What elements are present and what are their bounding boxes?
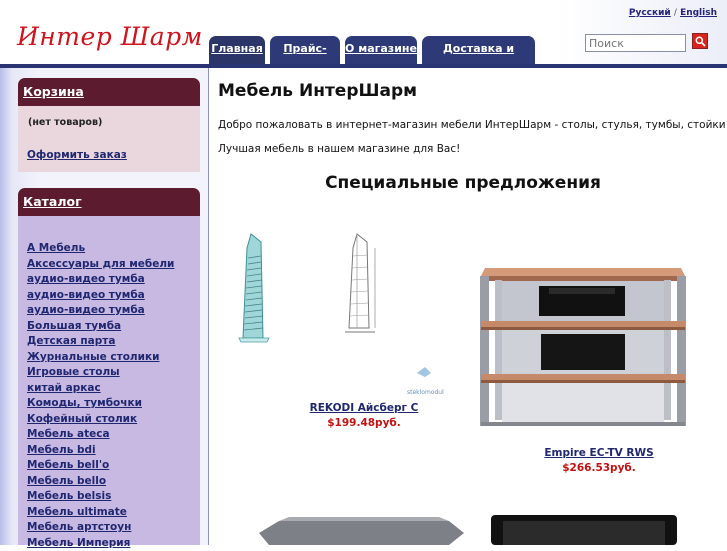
catalog-item[interactable]: Кофейный столик bbox=[27, 412, 174, 428]
catalog-item[interactable]: Мебель артстоун bbox=[27, 520, 174, 536]
site-logo[interactable]: Интер Шарм bbox=[17, 22, 203, 51]
catalog-item[interactable]: Журнальные столики bbox=[27, 350, 174, 366]
catalog-item[interactable]: аудио-видео тумба bbox=[27, 303, 174, 319]
special-offers-heading: Специальные предложения bbox=[209, 173, 717, 193]
catalog-item[interactable]: Мебель Империя bbox=[27, 536, 174, 551]
language-switcher: Русский / English bbox=[629, 8, 717, 18]
welcome-text: Добро пожаловать в интернет-магазин мебе… bbox=[218, 119, 726, 131]
catalog-item[interactable]: Мебель belsis bbox=[27, 489, 174, 505]
cart-empty-text: (нет товаров) bbox=[28, 117, 102, 128]
cart-title[interactable]: Корзина bbox=[18, 78, 200, 106]
product-price: $199.48руб. bbox=[259, 417, 469, 429]
tab-home[interactable]: Главная bbox=[209, 36, 265, 64]
catalog-title[interactable]: Каталог bbox=[18, 188, 200, 216]
catalog-item[interactable]: А Мебель bbox=[27, 241, 174, 257]
checkout-link[interactable]: Оформить заказ bbox=[27, 149, 127, 161]
search-input[interactable] bbox=[585, 34, 686, 52]
lang-english-link[interactable]: English bbox=[680, 8, 717, 18]
tab-delivery[interactable]: Доставка и оплата bbox=[422, 36, 535, 64]
header: Интер Шарм Русский / English Главная Пра… bbox=[0, 0, 727, 66]
steklomodul-logo: steklomodul bbox=[407, 367, 444, 396]
catalog-list: А Мебель Аксессуары для мебели аудио-вид… bbox=[27, 241, 174, 551]
best-furniture-text: Лучшая мебель в нашем магазине для Вас! bbox=[218, 143, 460, 155]
product-price: $266.53руб. bbox=[489, 462, 709, 474]
catalog-item[interactable]: Мебель ultimate bbox=[27, 505, 174, 521]
catalog-item[interactable]: Мебель bello bbox=[27, 474, 174, 490]
svg-text:steklomodul: steklomodul bbox=[407, 389, 444, 396]
catalog-item[interactable]: Мебель bdi bbox=[27, 443, 174, 459]
catalog-item[interactable]: Мебель bell'o bbox=[27, 458, 174, 474]
product-name-link[interactable]: Empire EC-TV RWS bbox=[489, 447, 709, 459]
tab-about[interactable]: О магазине bbox=[345, 36, 417, 64]
product-image-rekodi[interactable]: steklomodul bbox=[229, 228, 474, 403]
catalog-item[interactable]: аудио-видео тумба bbox=[27, 288, 174, 304]
product-image-empire[interactable] bbox=[477, 264, 689, 432]
catalog-item[interactable]: китай аркас bbox=[27, 381, 174, 397]
catalog-item[interactable]: Игровые столы bbox=[27, 365, 174, 381]
main-content: Мебель ИнтерШарм Добро пожаловать в инте… bbox=[209, 68, 727, 545]
page-title: Мебель ИнтерШарм bbox=[218, 81, 417, 101]
catalog-item[interactable]: аудио-видео тумба bbox=[27, 272, 174, 288]
search-icon bbox=[695, 36, 706, 47]
tab-price-list[interactable]: Прайс-лист bbox=[270, 36, 340, 64]
catalog-box: А Мебель Аксессуары для мебели аудио-вид… bbox=[18, 216, 200, 545]
catalog-item[interactable]: Комоды, тумбочки bbox=[27, 396, 174, 412]
catalog-item[interactable]: Аксессуары для мебели bbox=[27, 257, 174, 273]
product-name-link[interactable]: REKODI Айсберг C bbox=[259, 402, 469, 414]
catalog-item[interactable]: Мебель ateca bbox=[27, 427, 174, 443]
search-button[interactable] bbox=[692, 33, 708, 49]
catalog-item[interactable]: Детская парта bbox=[27, 334, 174, 350]
product-image-glass-table[interactable] bbox=[249, 513, 469, 545]
lang-russian-link[interactable]: Русский bbox=[629, 8, 671, 18]
lang-separator: / bbox=[674, 8, 677, 18]
catalog-item[interactable]: Большая тумба bbox=[27, 319, 174, 335]
cart-box: (нет товаров) Оформить заказ bbox=[18, 106, 200, 172]
product-image-black-stand[interactable] bbox=[489, 513, 679, 545]
